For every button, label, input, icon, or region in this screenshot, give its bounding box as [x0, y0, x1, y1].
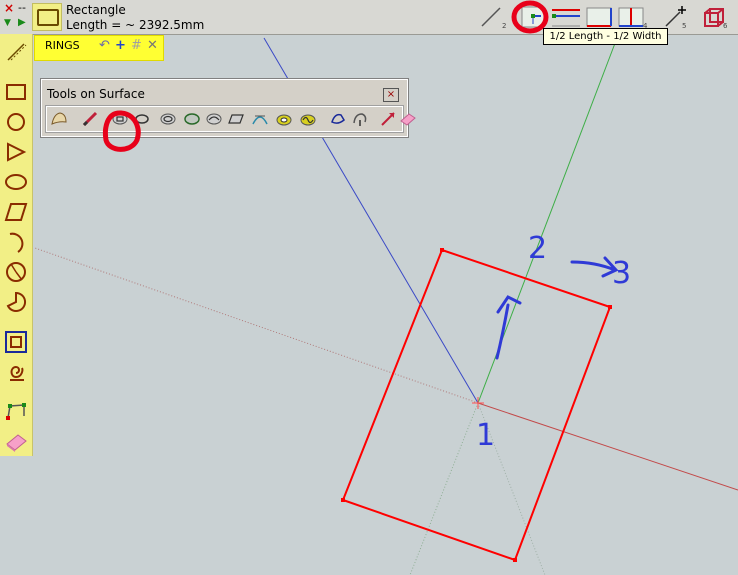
surface-ellipse-icon[interactable] [183, 110, 201, 128]
ellipse-icon[interactable] [4, 170, 28, 194]
palette-title: Tools on Surface [47, 87, 145, 101]
drawing-tools-sidebar [0, 34, 33, 456]
add-icon[interactable]: + [115, 38, 126, 54]
button-number-5: 5 [682, 22, 687, 30]
line-tool-icon[interactable] [478, 4, 504, 30]
line-icon[interactable] [4, 40, 28, 64]
green-axis-dotted [409, 402, 479, 575]
origin-marker [472, 397, 484, 409]
surface-move-icon[interactable] [379, 110, 397, 128]
palette-close-button[interactable]: × [383, 88, 399, 102]
eraser-icon[interactable] [4, 430, 28, 454]
drawn-rectangle[interactable] [341, 248, 612, 562]
annotation-right-arrow [570, 256, 619, 278]
surface-cut-icon[interactable] [329, 110, 347, 128]
parallelogram-icon[interactable] [4, 200, 28, 224]
rectangle-icon[interactable] [4, 80, 28, 104]
tools-on-surface-palette: Tools on Surface × [40, 78, 416, 138]
surface-offset-icon[interactable] [275, 110, 293, 128]
annotation-up-arrow [495, 295, 522, 360]
rectangle-tool-icon[interactable] [32, 3, 62, 31]
arc-icon[interactable] [4, 230, 28, 254]
dashes-label: -- [18, 1, 26, 14]
surface-eraser-icon[interactable] [399, 110, 417, 128]
spiral-icon[interactable] [4, 360, 28, 384]
corner-point [440, 248, 444, 252]
sector-icon[interactable] [4, 260, 28, 284]
split-rectangle-icon[interactable] [616, 4, 646, 30]
pie-icon[interactable] [4, 290, 28, 314]
cancel-icon[interactable]: × [4, 1, 14, 15]
corner-point [608, 305, 612, 309]
dropdown-arrow-icon[interactable]: ▼ [4, 18, 11, 28]
corner-point [513, 558, 517, 562]
close-icon[interactable]: ✕ [147, 38, 158, 54]
corner-point [341, 498, 345, 502]
annotation-number-3: 3 [612, 256, 631, 291]
polyline-icon[interactable] [4, 400, 28, 424]
highlight-circle-palette [102, 110, 141, 152]
offset-rectangle-icon[interactable] [4, 330, 28, 354]
pencil-icon[interactable] [81, 110, 99, 128]
corner-rectangle-icon[interactable] [584, 4, 614, 30]
rings-label: RINGS [45, 39, 80, 52]
rings-toolbar: RINGS ↶ + # ✕ [34, 35, 164, 61]
undo-icon[interactable]: ↶ [99, 38, 110, 54]
triangle-icon[interactable] [4, 140, 28, 164]
red-axis [477, 402, 738, 491]
tooltip: 1/2 Length - 1/2 Width [543, 28, 668, 45]
surface-geodesic-icon[interactable] [251, 110, 269, 128]
surface-project-icon[interactable] [351, 110, 369, 128]
button-number-6: 6 [723, 22, 728, 30]
circle-icon[interactable] [4, 110, 28, 134]
surface-icon[interactable] [50, 110, 68, 128]
tool-name: Rectangle [66, 3, 126, 17]
play-arrow-icon[interactable]: ▶ [18, 17, 26, 28]
grid-icon[interactable]: # [131, 38, 142, 54]
surface-freehand-icon[interactable] [299, 110, 317, 128]
annotation-number-2: 2 [528, 231, 547, 266]
length-readout: Length = ~ 2392.5mm [66, 18, 205, 32]
surface-arc-icon[interactable] [205, 110, 223, 128]
surface-polygon-icon[interactable] [159, 110, 177, 128]
surface-parallelogram-icon[interactable] [227, 110, 245, 128]
annotation-number-1: 1 [476, 418, 495, 453]
